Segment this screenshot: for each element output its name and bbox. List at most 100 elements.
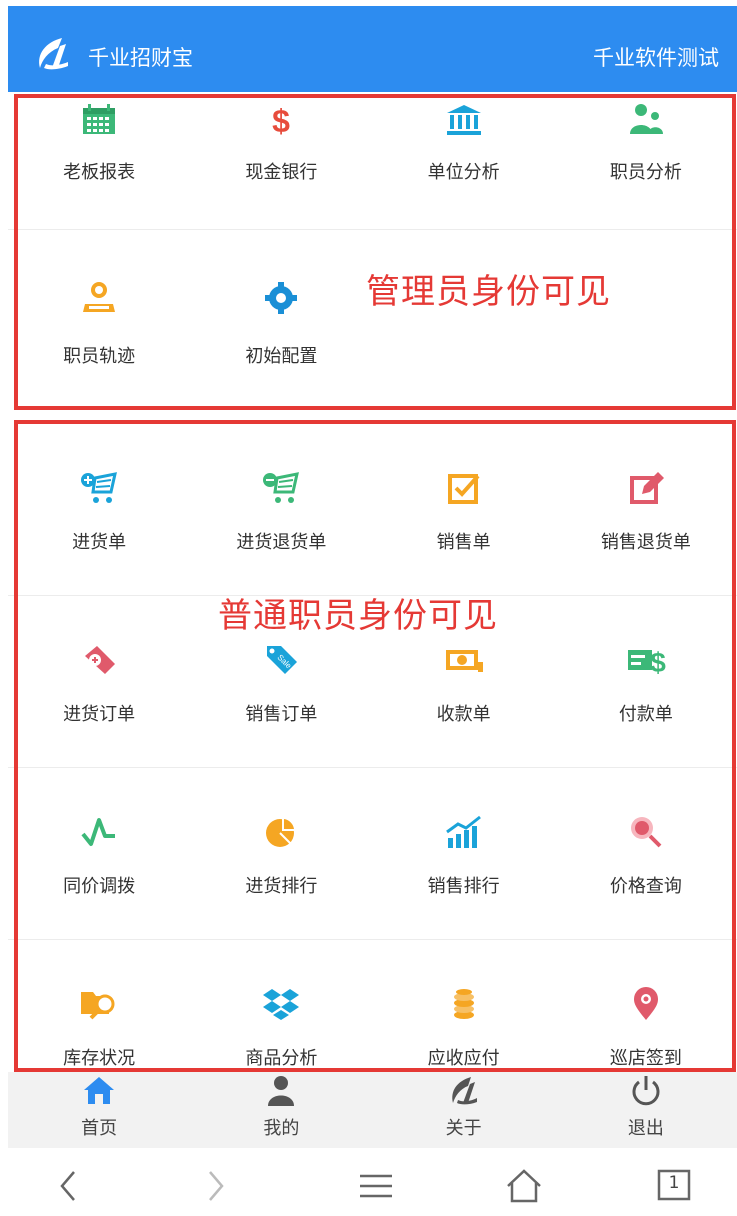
grid-item-label: 现金银行 [245, 162, 318, 183]
grid-item-transfer[interactable]: 同价调拨 [8, 768, 190, 939]
grid-item-label: 同价调拨 [63, 876, 136, 897]
coins-icon [453, 989, 474, 1019]
tab-label: 首页 [81, 1118, 118, 1139]
grid-item-stock-status[interactable]: 库存状况 [8, 940, 190, 1068]
grid-item-label: 初始配置 [245, 346, 318, 367]
admin-grid: 老板报表 $ 现金银行 单位分析 职员分析 职员轨迹 初始配置 [8, 96, 737, 406]
svg-text:$: $ [272, 103, 290, 138]
checkbox-edit-icon [447, 474, 480, 504]
grid-item-purchase-booking[interactable]: 进货订单 [8, 596, 190, 767]
edit-icon [629, 472, 664, 504]
folder-search-icon [81, 992, 115, 1020]
grid-item-cash-bank[interactable]: $ 现金银行 [190, 96, 372, 229]
grid-empty [373, 230, 555, 406]
grid-item-payment[interactable]: $ 付款单 [555, 596, 737, 767]
app-logo-icon [39, 38, 68, 70]
tab-home[interactable]: 首页 [8, 1072, 190, 1148]
logo-icon [451, 1077, 477, 1105]
tabs-count: 1 [668, 1173, 680, 1193]
grid-item-label: 老板报表 [63, 162, 136, 183]
staff-visible-annotation: 普通职员身份可见 [218, 596, 498, 636]
map-pin-icon [633, 987, 658, 1020]
staff-grid: 进货单 进货退货单 销售单 销售退货单 进货订单 Sale 销售订单 收款单 $… [8, 424, 737, 1068]
org-name[interactable]: 千业软件测试 [593, 42, 719, 72]
users-icon [629, 104, 663, 134]
svg-text:$: $ [650, 647, 666, 678]
grid-item-label: 职员分析 [609, 162, 682, 183]
grid-item-label: 收款单 [436, 704, 491, 725]
home-icon [84, 1077, 115, 1104]
grid-item-label: 销售订单 [245, 704, 318, 725]
grid-row: 同价调拨 进货排行 销售排行 价格查询 [8, 768, 737, 940]
grid-item-label: 应收应付 [427, 1048, 500, 1068]
cart-minus-icon [263, 472, 300, 503]
grid-item-label: 销售单 [436, 532, 491, 553]
dropbox-icon [263, 989, 300, 1020]
grid-item-staff-track[interactable]: 职员轨迹 [8, 230, 190, 406]
grid-item-label: 单位分析 [427, 162, 500, 183]
tab-logout[interactable]: 退出 [555, 1072, 737, 1148]
tab-about[interactable]: 关于 [373, 1072, 555, 1148]
grid-item-sales-order[interactable]: 销售单 [373, 424, 555, 595]
grid-row: 进货单 进货退货单 销售单 销售退货单 [8, 424, 737, 596]
grid-item-label: 销售退货单 [600, 532, 691, 553]
tab-label: 退出 [627, 1118, 664, 1139]
person-icon [268, 1076, 295, 1106]
menu-icon[interactable] [356, 1168, 396, 1204]
money-icon [445, 650, 483, 672]
grid-item-label: 商品分析 [245, 1048, 318, 1068]
grid-item-purchase-order[interactable]: 进货单 [8, 424, 190, 595]
grid-item-label: 付款单 [618, 704, 673, 725]
system-nav-bar: 1 [0, 1148, 737, 1216]
grid-item-unit-analysis[interactable]: 单位分析 [373, 96, 555, 229]
grid-item-receivable-payable[interactable]: 应收应付 [373, 940, 555, 1068]
back-icon[interactable] [48, 1168, 88, 1204]
gear-icon [265, 282, 298, 314]
grid-row: 老板报表 $ 现金银行 单位分析 职员分析 [8, 96, 737, 230]
admin-visible-annotation: 管理员身份可见 [366, 272, 611, 312]
grid-item-label: 职员轨迹 [63, 346, 136, 367]
grid-item-label: 进货退货单 [236, 532, 327, 553]
tag-plus-icon [85, 646, 116, 674]
grid-item-store-checkin[interactable]: 巡店签到 [555, 940, 737, 1068]
calendar-icon [83, 104, 116, 134]
bank-icon [446, 105, 481, 135]
grid-item-label: 巡店签到 [609, 1048, 682, 1068]
grid-item-label: 库存状况 [63, 1048, 136, 1068]
grid-item-product-analysis[interactable]: 商品分析 [190, 940, 372, 1068]
location-user-icon [83, 282, 116, 312]
grid-item-initial-config[interactable]: 初始配置 [190, 230, 372, 406]
grid-item-price-query[interactable]: 价格查询 [555, 768, 737, 939]
pay-icon: $ [627, 647, 666, 678]
forward-icon[interactable] [196, 1168, 236, 1204]
pulse-icon [81, 818, 116, 846]
grid-item-sales-rank[interactable]: 销售排行 [373, 768, 555, 939]
search-price-icon [630, 817, 662, 848]
grid-empty [555, 230, 737, 406]
grid-item-label: 进货单 [72, 532, 127, 553]
sale-tag-icon: Sale [267, 646, 298, 674]
bottom-tab-bar: 首页 我的 关于 退出 [8, 1072, 737, 1148]
home-outline-icon[interactable] [504, 1168, 544, 1204]
grid-item-purchase-rank[interactable]: 进货排行 [190, 768, 372, 939]
grid-item-boss-report[interactable]: 老板报表 [8, 96, 190, 229]
grid-row: 职员轨迹 初始配置 [8, 230, 737, 406]
grid-item-label: 销售排行 [427, 876, 500, 897]
grid-item-staff-analysis[interactable]: 职员分析 [555, 96, 737, 229]
tabs-button[interactable]: 1 [656, 1168, 692, 1202]
grid-item-purchase-return[interactable]: 进货退货单 [190, 424, 372, 595]
grid-item-label: 进货订单 [63, 704, 136, 725]
svg-text:Sale: Sale [276, 653, 294, 671]
power-icon [632, 1076, 660, 1106]
grid-item-label: 价格查询 [609, 876, 682, 897]
grid-item-label: 进货排行 [245, 876, 318, 897]
app-header: 千业招财宝 千业软件测试 [8, 6, 737, 92]
grid-item-sales-return[interactable]: 销售退货单 [555, 424, 737, 595]
tab-mine[interactable]: 我的 [190, 1072, 372, 1148]
tab-label: 我的 [263, 1118, 300, 1139]
tab-label: 关于 [445, 1118, 482, 1139]
pie-chart-icon [266, 817, 297, 847]
app-title: 千业招财宝 [88, 46, 193, 70]
bar-trend-icon [445, 815, 481, 848]
cart-plus-icon [81, 472, 118, 503]
